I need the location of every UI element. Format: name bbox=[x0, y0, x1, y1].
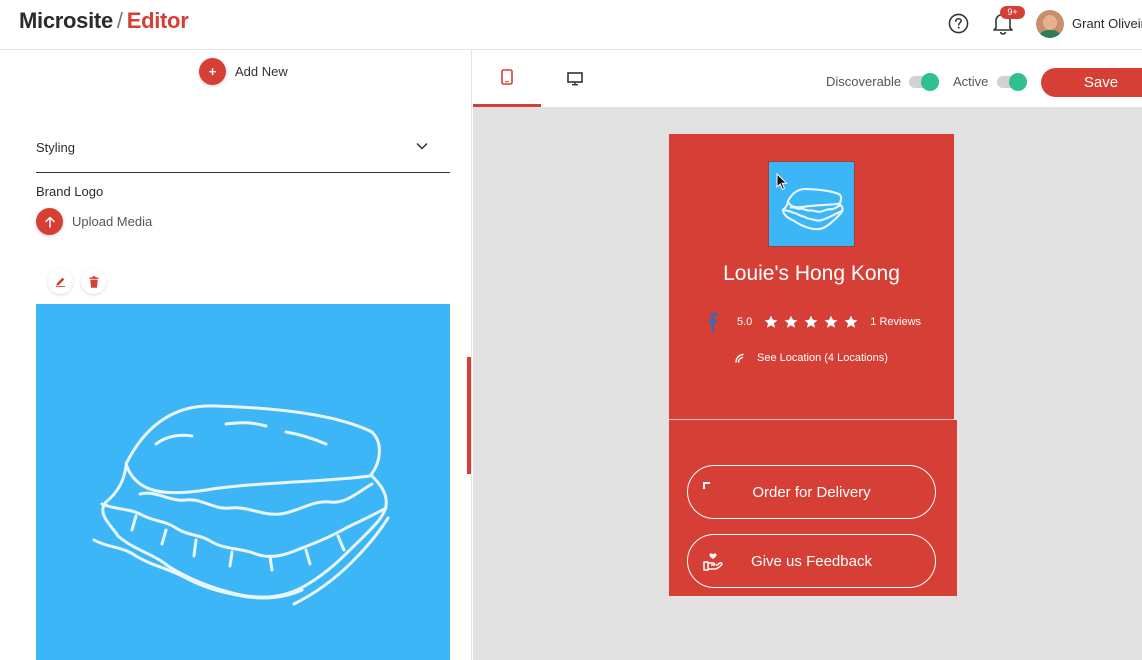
add-new-label: Add New bbox=[235, 64, 288, 79]
avatar[interactable] bbox=[1036, 10, 1064, 38]
brand-editor: Editor bbox=[126, 8, 189, 33]
brand-logo-label: Brand Logo bbox=[36, 184, 104, 199]
see-location-label: See Location (4 Locations) bbox=[757, 352, 888, 364]
brand-separator: / bbox=[116, 8, 123, 33]
styling-label: Styling bbox=[36, 140, 76, 155]
notification-badge: 9+ bbox=[1000, 6, 1025, 19]
phone-icon bbox=[501, 69, 513, 85]
give-feedback-label: Give us Feedback bbox=[751, 552, 872, 570]
mouse-cursor-icon bbox=[776, 173, 788, 191]
page-title: Microsite / Editor bbox=[19, 8, 189, 34]
discoverable-label: Discoverable bbox=[826, 74, 902, 89]
order-delivery-label: Order for Delivery bbox=[752, 483, 871, 501]
upload-media-label: Upload Media bbox=[72, 214, 153, 229]
upload-arrow-icon bbox=[36, 208, 63, 235]
star-icon bbox=[764, 315, 778, 328]
edit-button[interactable] bbox=[48, 269, 73, 294]
rating-score: 5.0 bbox=[737, 316, 753, 328]
rating-row: 5.0 1 Reviews bbox=[706, 312, 921, 332]
star-rating bbox=[764, 315, 864, 329]
delete-button[interactable] bbox=[81, 269, 106, 294]
save-button[interactable]: Save bbox=[1041, 68, 1142, 97]
monitor-icon bbox=[567, 71, 583, 85]
see-location-link[interactable]: See Location (4 Locations) bbox=[735, 352, 888, 364]
preview-toolbar: Discoverable Active Save bbox=[473, 50, 1142, 107]
star-icon bbox=[784, 315, 798, 328]
toggle-knob bbox=[1009, 73, 1027, 91]
brand-logo-preview bbox=[36, 304, 450, 660]
add-new-button[interactable]: + Add New bbox=[199, 58, 288, 85]
order-delivery-button[interactable]: Order for Delivery bbox=[687, 465, 936, 519]
top-bar: Microsite/Editor 9+ Grant Oliveira bbox=[0, 0, 1142, 50]
microsite-title: Louie's Hong Kong bbox=[723, 262, 900, 285]
toggle-knob bbox=[921, 73, 939, 91]
reviews-link[interactable]: 1 Reviews bbox=[870, 316, 921, 328]
give-feedback-button[interactable]: Give us Feedback bbox=[687, 534, 936, 588]
panel-scrollbar[interactable] bbox=[467, 357, 471, 474]
feedback-icon bbox=[703, 553, 723, 571]
chevron-down-icon bbox=[416, 142, 428, 150]
styling-accordion[interactable]: Styling bbox=[36, 122, 450, 173]
trash-icon bbox=[89, 275, 98, 288]
pencil-icon bbox=[55, 277, 66, 287]
discoverable-toggle[interactable] bbox=[909, 73, 941, 91]
brand-microsite: Microsite bbox=[19, 8, 113, 33]
upload-media-button[interactable]: Upload Media bbox=[36, 208, 152, 235]
tab-desktop-view[interactable] bbox=[541, 50, 609, 107]
star-icon bbox=[844, 315, 858, 328]
star-icon bbox=[804, 315, 818, 328]
tab-mobile-view[interactable] bbox=[473, 50, 541, 107]
plus-icon: + bbox=[199, 58, 226, 85]
location-icon bbox=[735, 353, 744, 363]
active-label: Active bbox=[953, 74, 989, 89]
star-icon bbox=[824, 315, 838, 328]
facebook-icon bbox=[708, 312, 718, 332]
user-name[interactable]: Grant Oliveira bbox=[1072, 16, 1142, 31]
delivery-icon bbox=[703, 482, 710, 489]
help-icon[interactable] bbox=[948, 13, 969, 34]
active-toggle[interactable] bbox=[997, 73, 1029, 91]
sandwich-illustration bbox=[92, 404, 390, 606]
